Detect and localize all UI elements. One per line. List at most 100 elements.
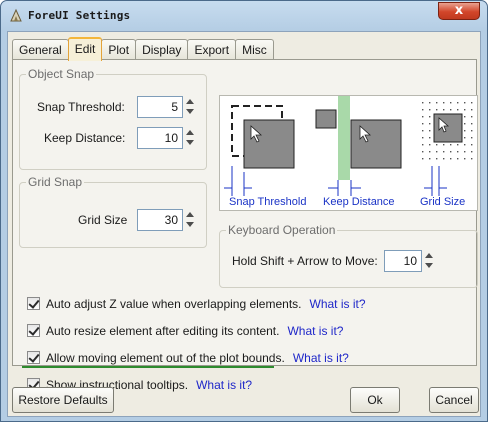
what-is-it-link[interactable]: What is it?	[293, 351, 349, 365]
grid-dot	[429, 102, 431, 104]
snap-threshold-label: Snap Threshold:	[37, 100, 125, 114]
keep-distance-label: Keep Distance:	[44, 131, 126, 145]
grid-dot	[457, 109, 459, 111]
grid-dot	[457, 158, 459, 160]
keep-distance-caption: Keep Distance	[323, 196, 395, 208]
snap-threshold-arrows[interactable]	[185, 97, 195, 117]
grid-dot	[422, 158, 424, 160]
grid-size-caption: Grid Size	[420, 196, 466, 208]
foreui-app-icon	[10, 8, 22, 22]
grid-dot	[450, 158, 452, 160]
arrow-move-input[interactable]: 10	[384, 250, 422, 272]
grid-dot	[464, 144, 466, 146]
grid-dot	[464, 158, 466, 160]
option-label: Allow moving element out of the plot bou…	[46, 351, 349, 365]
grid-dot	[436, 158, 438, 160]
tooltip-highlight-line	[22, 366, 274, 368]
option-label: Auto adjust Z value when overlapping ele…	[46, 297, 366, 311]
grid-dot	[429, 123, 431, 125]
grid-dot	[471, 144, 473, 146]
keep-distance-input[interactable]: 10	[137, 127, 183, 149]
increment-icon[interactable]	[186, 130, 194, 135]
grid-dot	[429, 151, 431, 153]
decrement-icon[interactable]	[186, 109, 194, 114]
grid-dot	[429, 130, 431, 132]
grid-dot	[464, 109, 466, 111]
option-label: Auto resize element after editing its co…	[46, 324, 344, 338]
close-icon: x	[454, 3, 464, 18]
close-button[interactable]: x	[438, 2, 480, 20]
restore-defaults-button[interactable]: Restore Defaults	[12, 387, 114, 413]
grid-dot	[422, 137, 424, 139]
object-snap-title: Object Snap	[26, 67, 97, 81]
what-is-it-link[interactable]: What is it?	[310, 297, 366, 311]
tab-plot[interactable]: Plot	[101, 39, 137, 60]
grid-dot	[471, 130, 473, 132]
decrement-icon[interactable]	[186, 140, 194, 145]
keep-distance-arrows[interactable]	[185, 128, 195, 148]
grid-dot	[422, 151, 424, 153]
grid-size-arrows[interactable]	[185, 210, 195, 230]
grid-dot	[422, 144, 424, 146]
cancel-button[interactable]: Cancel	[429, 387, 479, 413]
tab-general[interactable]: General	[12, 39, 69, 60]
grid-dot	[422, 130, 424, 132]
settings-window: ForeUI Settings x General Edit Plot Disp…	[0, 0, 488, 422]
keyboard-operation-title: Keyboard Operation	[226, 223, 338, 237]
grid-dot	[464, 130, 466, 132]
grid-dot	[422, 102, 424, 104]
grid-snap-title: Grid Snap	[26, 175, 85, 189]
grid-dot	[443, 144, 445, 146]
grid-dot	[450, 151, 452, 153]
arrow-move-arrows[interactable]	[424, 251, 434, 271]
what-is-it-link[interactable]: What is it?	[196, 378, 252, 392]
tab-edit[interactable]: Edit	[67, 37, 103, 61]
grid-dot	[450, 102, 452, 104]
grid-size-input[interactable]: 30	[137, 209, 183, 231]
grid-dot	[464, 123, 466, 125]
grid-dot	[443, 109, 445, 111]
grid-dot	[429, 158, 431, 160]
what-is-it-link[interactable]: What is it?	[287, 324, 343, 338]
window-title: ForeUI Settings	[28, 9, 131, 22]
snap-threshold-caption: Snap Threshold	[229, 196, 307, 208]
grid-dot	[450, 144, 452, 146]
grid-dot	[464, 151, 466, 153]
snap-threshold-input[interactable]: 5	[137, 96, 183, 118]
tab-export[interactable]: Export	[187, 39, 237, 60]
grid-dot	[436, 109, 438, 111]
increment-icon[interactable]	[425, 253, 433, 258]
grid-dot	[422, 109, 424, 111]
dialog-client: General Edit Plot Display Export Misc Ob…	[7, 31, 481, 417]
grid-dot	[422, 123, 424, 125]
grid-dot	[471, 123, 473, 125]
object-snap-group: Object Snap Snap Threshold: 5 Keep Dista…	[19, 67, 207, 170]
grid-dot	[471, 102, 473, 104]
checkbox-checked-icon[interactable]	[27, 297, 40, 310]
ok-button[interactable]: Ok	[350, 387, 400, 413]
decrement-icon[interactable]	[425, 263, 433, 268]
tab-display[interactable]: Display	[135, 39, 189, 60]
grid-dot	[436, 151, 438, 153]
title-bar[interactable]: ForeUI Settings x	[1, 1, 487, 31]
checkbox-checked-icon[interactable]	[27, 351, 40, 364]
tab-misc[interactable]: Misc	[235, 39, 274, 60]
grid-dot	[471, 116, 473, 118]
increment-icon[interactable]	[186, 212, 194, 217]
edit-tab-panel: Object Snap Snap Threshold: 5 Keep Dista…	[12, 59, 478, 392]
checkbox-checked-icon[interactable]	[27, 324, 40, 337]
grid-dot	[443, 102, 445, 104]
grid-dot	[464, 137, 466, 139]
grid-dot	[443, 151, 445, 153]
grid-dot	[436, 102, 438, 104]
decrement-icon[interactable]	[186, 222, 194, 227]
tab-strip: General Edit Plot Display Export Misc	[12, 37, 274, 61]
grid-dot	[429, 137, 431, 139]
grid-dot	[429, 116, 431, 118]
grid-snap-group: Grid Snap Grid Size 30	[19, 175, 207, 248]
grid-dot	[422, 116, 424, 118]
grid-dot	[429, 109, 431, 111]
grid-dot	[450, 109, 452, 111]
increment-icon[interactable]	[186, 99, 194, 104]
arrow-move-label: Hold Shift + Arrow to Move:	[232, 254, 378, 268]
